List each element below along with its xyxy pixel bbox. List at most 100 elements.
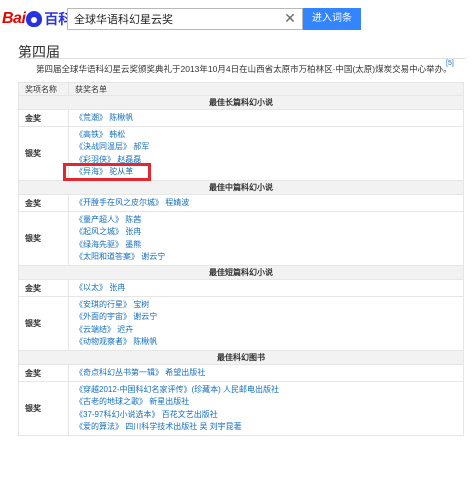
award-level: 金奖 (18, 194, 69, 213)
clear-icon[interactable]: ✕ (283, 11, 297, 25)
citation-link[interactable]: [5] (446, 60, 454, 67)
author-link[interactable]: 陈茜 (125, 215, 141, 224)
category-title: 最佳长篇科幻小说 (18, 95, 464, 110)
list-item: 《量产超人》 陈茜 (75, 214, 457, 226)
table-row: 金奖 《荒潮》 陈楸帆 (18, 108, 464, 128)
table-row: 金奖 《开膛手在风之皮尔城》 程婧波 (18, 194, 464, 213)
work-title-link[interactable]: 《彩羽侠》 (75, 155, 115, 164)
table-row: 银奖 《穿越2012-中国科幻名家评传》(珍藏本) 人民邮电出版社 《古老的地球之歌… (18, 381, 464, 437)
category-title: 最佳中篇科幻小说 (18, 180, 464, 196)
table-row: 银奖 《高铁》 韩松 《決战同温层》 郝军 《彩羽侠》 赵磊磊 《异海》 驼从革 (18, 126, 464, 182)
author-link[interactable]: 张冉 (109, 283, 125, 292)
author-link[interactable]: 驼从革 (109, 167, 133, 176)
author-link[interactable]: 谢云宁 (141, 252, 165, 261)
work-title-link[interactable]: 《起风之城》 (75, 227, 123, 236)
winner-list: 《开膛手在风之皮尔城》 程婧波 (68, 194, 464, 213)
work-title-link[interactable]: 《外面的宇宙》 (75, 312, 131, 321)
author-link[interactable]: 希望出版社 (165, 368, 205, 377)
author-link[interactable]: 韩松 (109, 130, 125, 139)
author-link[interactable]: 迟卉 (117, 325, 133, 334)
list-item: 《穿越2012-中国科幻名家评传》(珍藏本) 人民邮电出版社 (75, 384, 457, 396)
work-title-link[interactable]: 《安琪的行星》 (75, 300, 131, 309)
enter-entry-button[interactable]: 进入词条 (303, 8, 361, 30)
search-input[interactable] (68, 9, 278, 29)
work-title-link[interactable]: 《以太》 (75, 283, 107, 292)
author-link[interactable]: 新星出版社 (149, 397, 189, 406)
author-link[interactable]: 宝树 (133, 300, 149, 309)
winner-list: 《荒潮》 陈楸帆 (68, 108, 464, 128)
table-row: 银奖 《量产超人》 陈茜 《起风之城》 张冉 《绿海先驱》 墨熊 《太阳和道答案》 谢云… (18, 211, 464, 267)
award-level: 银奖 (18, 211, 69, 267)
section-divider (18, 58, 466, 59)
search-box: ✕ (67, 8, 303, 30)
awards-table: 奖项名称 获奖名单 最佳长篇科幻小说 金奖 《荒潮》 陈楸帆 银奖 《高铁》 韩松 《決战… (18, 82, 464, 437)
work-title-link[interactable]: 《太阳和道答案》 (75, 252, 139, 261)
work-title-link[interactable]: 《37-97科幻小说选本》 (75, 410, 159, 419)
author-link[interactable]: 程婧波 (165, 198, 189, 207)
winner-list: 《高铁》 韩松 《決战同温层》 郝军 《彩羽侠》 赵磊磊 《异海》 驼从革 (68, 126, 464, 182)
work-title-link[interactable]: 《爱的算法》 (75, 422, 123, 431)
author-link[interactable]: 谢云宁 (133, 312, 157, 321)
category-row: 最佳短篇科幻小说 (18, 265, 464, 281)
author-link[interactable]: 张冉 (125, 227, 141, 236)
winner-list: 《以太》 张冉 (68, 279, 464, 298)
list-item: 《太阳和道答案》 谢云宁 (75, 251, 457, 263)
list-item: 《奇点科幻丛书第一辑》 希望出版社 (75, 367, 457, 379)
work-title-link[interactable]: 《高铁》 (75, 130, 107, 139)
winner-list: 《穿越2012-中国科幻名家评传》(珍藏本) 人民邮电出版社 《古老的地球之歌》 … (68, 381, 464, 437)
award-level: 金奖 (18, 364, 69, 383)
list-item: 《爱的算法》 四川科学技术出版社 吴 刘宇昆著 (75, 421, 457, 433)
table-row: 金奖 《以太》 张冉 (18, 279, 464, 298)
category-row: 最佳中篇科幻小说 (18, 180, 464, 196)
category-row: 最佳科幻图书 (18, 350, 464, 366)
list-item: 《外面的宇宙》 谢云宁 (75, 311, 457, 323)
winner-list: 《量产超人》 陈茜 《起风之城》 张冉 《绿海先驱》 墨熊 《太阳和道答案》 谢云宁 (68, 211, 464, 267)
list-item: 《高铁》 韩松 (75, 129, 457, 141)
section-title: 第四届 (18, 44, 60, 60)
list-item: 《以太》 张冉 (75, 282, 457, 294)
list-item: 《开膛手在风之皮尔城》 程婧波 (75, 197, 457, 209)
work-title-link[interactable]: 《量产超人》 (75, 215, 123, 224)
work-title-link[interactable]: 《绿海先驱》 (75, 240, 123, 249)
work-title-link[interactable]: 《決战同温层》 (75, 142, 131, 151)
work-title-link[interactable]: 《云端结》 (75, 325, 115, 334)
award-level: 银奖 (18, 381, 69, 437)
award-level: 金奖 (18, 279, 69, 298)
author-link[interactable]: 人民邮电出版社 (223, 385, 279, 394)
list-item: 《安琪的行星》 宝树 (75, 299, 457, 311)
work-title-link[interactable]: 《异海》 (75, 167, 107, 176)
award-level: 银奖 (18, 296, 69, 352)
work-title-link[interactable]: 《荒潮》 (75, 113, 107, 122)
list-item: 《云端结》 迟卉 (75, 324, 457, 336)
table-row: 银奖 《安琪的行星》 宝树 《外面的宇宙》 谢云宁 《云端结》 迟卉 《动物观察者》 陈… (18, 296, 464, 352)
table-row: 金奖 《奇点科幻丛书第一辑》 希望出版社 (18, 364, 464, 383)
author-link[interactable]: 陈楸帆 (109, 113, 133, 122)
winner-list: 《安琪的行星》 宝树 《外面的宇宙》 谢云宁 《云端结》 迟卉 《动物观察者》 陈楸帆 (68, 296, 464, 352)
author-link[interactable]: 赵磊磊 (117, 155, 141, 164)
work-title-link[interactable]: 《古老的地球之歌》 (75, 397, 147, 406)
baidu-baike-logo[interactable]: Bai 百科 (2, 9, 72, 29)
author-link[interactable]: 四川科学技术出版社 吴 刘宇昆著 (125, 422, 241, 431)
work-title-link[interactable]: 《动物观察者》 (75, 337, 131, 346)
list-item: 《荒潮》 陈楸帆 (75, 112, 457, 124)
work-title-link[interactable]: 《奇点科幻丛书第一辑》 (75, 368, 163, 377)
award-level: 银奖 (18, 126, 69, 182)
author-link[interactable]: 郝军 (133, 142, 149, 151)
work-title-link[interactable]: 《穿越2012-中国科幻名家评传》(珍藏本) (75, 385, 221, 394)
list-item: 《彩羽侠》 赵磊磊 (75, 154, 457, 166)
list-item: 《动物观察者》 陈楸帆 (75, 336, 457, 348)
list-item: 《异海》 驼从革 (75, 166, 457, 178)
header-winner-list: 获奖名单 (68, 82, 464, 96)
header-award-name: 奖项名称 (18, 82, 69, 96)
category-row: 最佳长篇科幻小说 (18, 95, 464, 110)
list-item: 《古老的地球之歌》 新星出版社 (75, 396, 457, 408)
top-search-bar: Bai 百科 ✕ 进入词条 (0, 0, 474, 36)
list-item: 《绿海先驱》 墨熊 (75, 239, 457, 251)
list-item: 《37-97科幻小说选本》 百花文艺出版社 (75, 409, 457, 421)
author-link[interactable]: 墨熊 (125, 240, 141, 249)
author-link[interactable]: 百花文艺出版社 (162, 410, 218, 419)
list-item: 《決战同温层》 郝军 (75, 141, 457, 153)
work-title-link[interactable]: 《开膛手在风之皮尔城》 (75, 198, 163, 207)
author-link[interactable]: 陈楸帆 (133, 337, 157, 346)
logo-bai-text: Bai (2, 10, 26, 27)
